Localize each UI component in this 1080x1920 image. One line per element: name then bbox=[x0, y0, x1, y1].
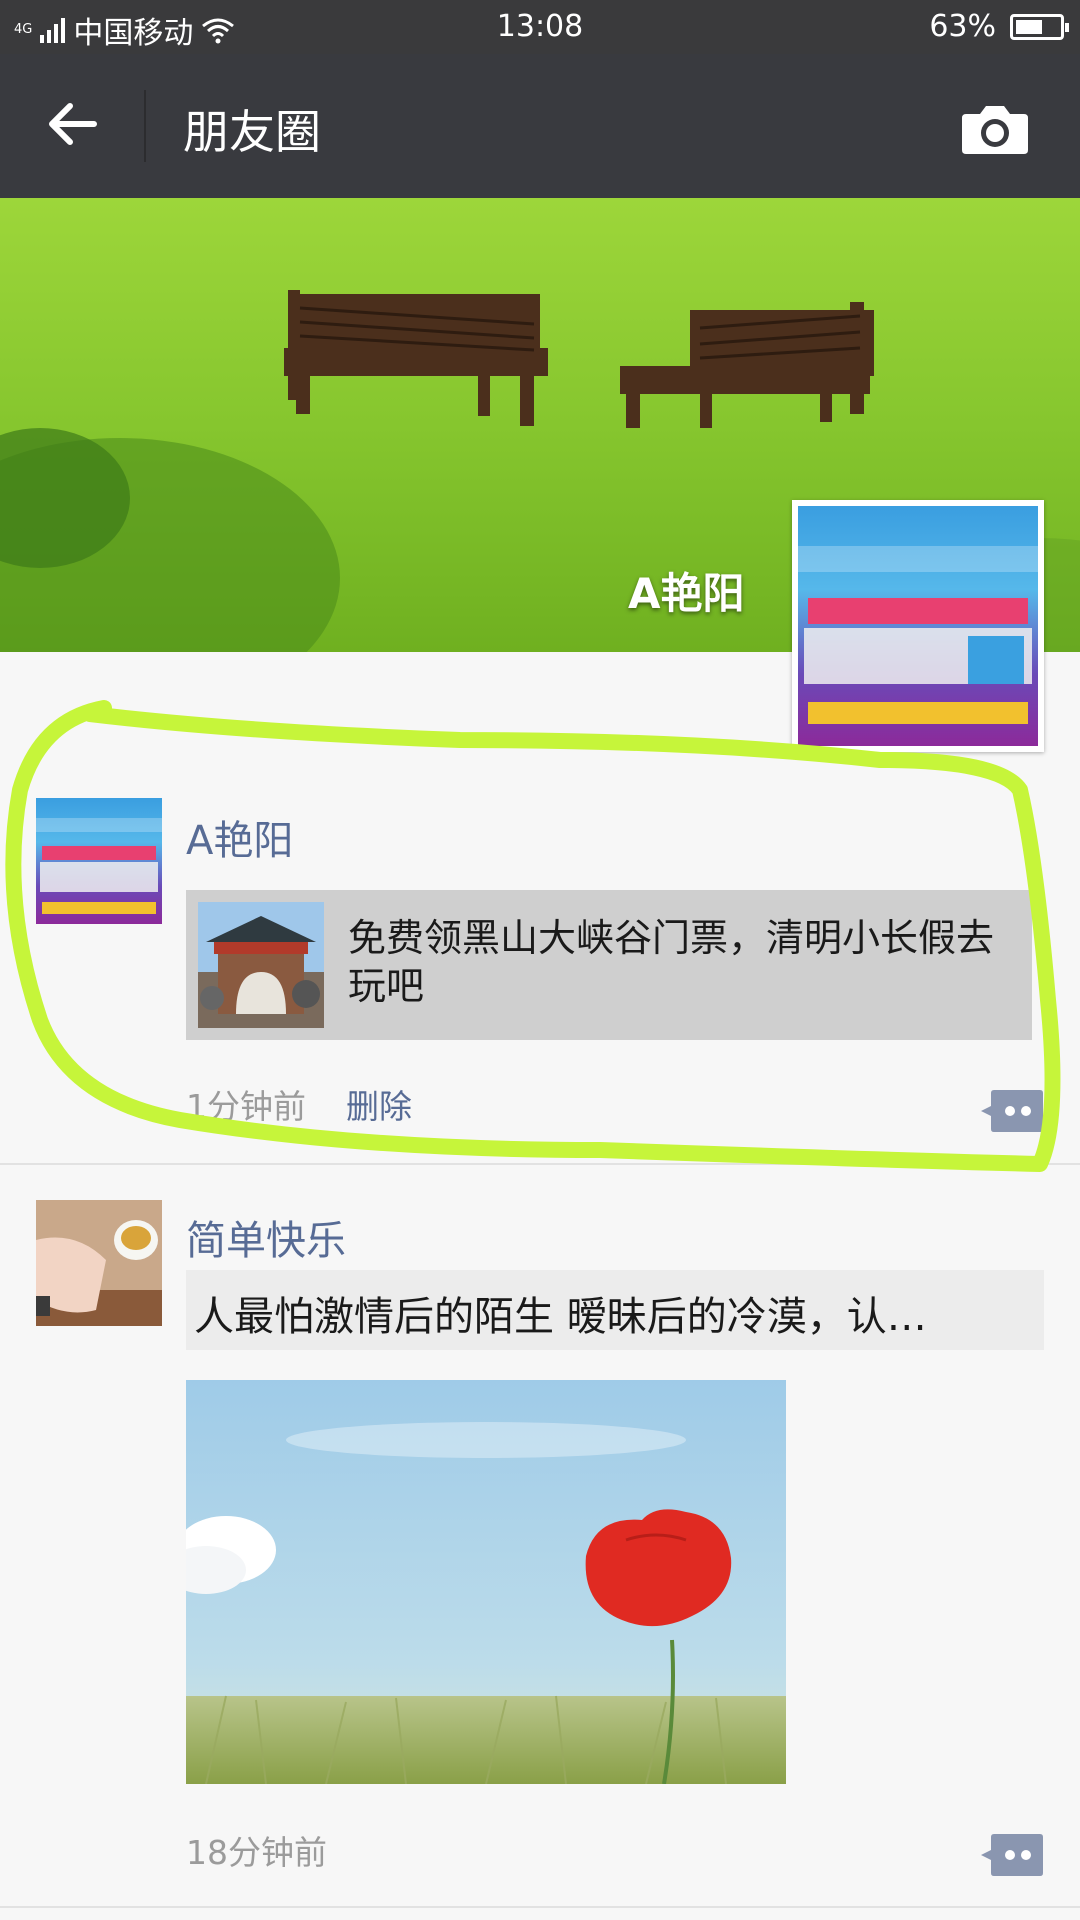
comment-icon[interactable] bbox=[980, 1832, 1044, 1878]
post-divider bbox=[0, 1163, 1080, 1165]
post-photo[interactable] bbox=[186, 1380, 786, 1784]
tea-cup-avatar-image bbox=[36, 1200, 162, 1326]
battery-icon bbox=[1010, 13, 1069, 40]
delete-button[interactable]: 删除 bbox=[346, 1080, 412, 1128]
battery-percent: 63% bbox=[929, 9, 996, 44]
moments-screen: 4G 中国移动 13:08 63% 朋友圈 A艳阳 A艳阳 免费领黑山大峡谷门票… bbox=[0, 0, 1080, 1920]
camera-icon[interactable] bbox=[960, 100, 1030, 156]
title-divider bbox=[144, 90, 146, 162]
title-bar: 朋友圈 bbox=[0, 54, 1080, 198]
shared-link-card[interactable]: 免费领黑山大峡谷门票，清明小长假去玩吧 bbox=[186, 890, 1032, 1040]
post-author-name[interactable]: 简单快乐 bbox=[186, 1208, 346, 1266]
promo-avatar-image bbox=[798, 506, 1038, 746]
post-author-name[interactable]: A艳阳 bbox=[186, 808, 293, 866]
post-avatar[interactable] bbox=[36, 798, 162, 924]
link-thumbnail bbox=[198, 902, 324, 1028]
arrow-left-icon[interactable] bbox=[44, 96, 100, 152]
battery-fill bbox=[1016, 19, 1042, 34]
cover-username[interactable]: A艳阳 bbox=[628, 560, 745, 621]
gate-thumbnail-image bbox=[198, 902, 324, 1028]
post-text[interactable]: 人最怕激情后的陌生 暧昧后的冷漠，认… bbox=[186, 1270, 1044, 1350]
post-avatar[interactable] bbox=[36, 1200, 162, 1326]
cover-avatar[interactable] bbox=[792, 500, 1044, 752]
page-title: 朋友圈 bbox=[183, 105, 321, 159]
comment-icon[interactable] bbox=[980, 1088, 1044, 1134]
promo-avatar-image bbox=[36, 798, 162, 924]
status-right: 63% bbox=[929, 9, 1069, 44]
post-timestamp: 18分钟前 bbox=[186, 1833, 327, 1872]
post-timestamp: 1分钟前 bbox=[186, 1087, 306, 1126]
link-title: 免费领黑山大峡谷门票，清明小长假去玩吧 bbox=[348, 916, 995, 1008]
poppy-photo bbox=[186, 1380, 786, 1784]
clock: 13:08 bbox=[496, 9, 584, 44]
status-bar: 4G 中国移动 13:08 63% bbox=[0, 0, 1080, 54]
post-divider bbox=[0, 1906, 1080, 1908]
